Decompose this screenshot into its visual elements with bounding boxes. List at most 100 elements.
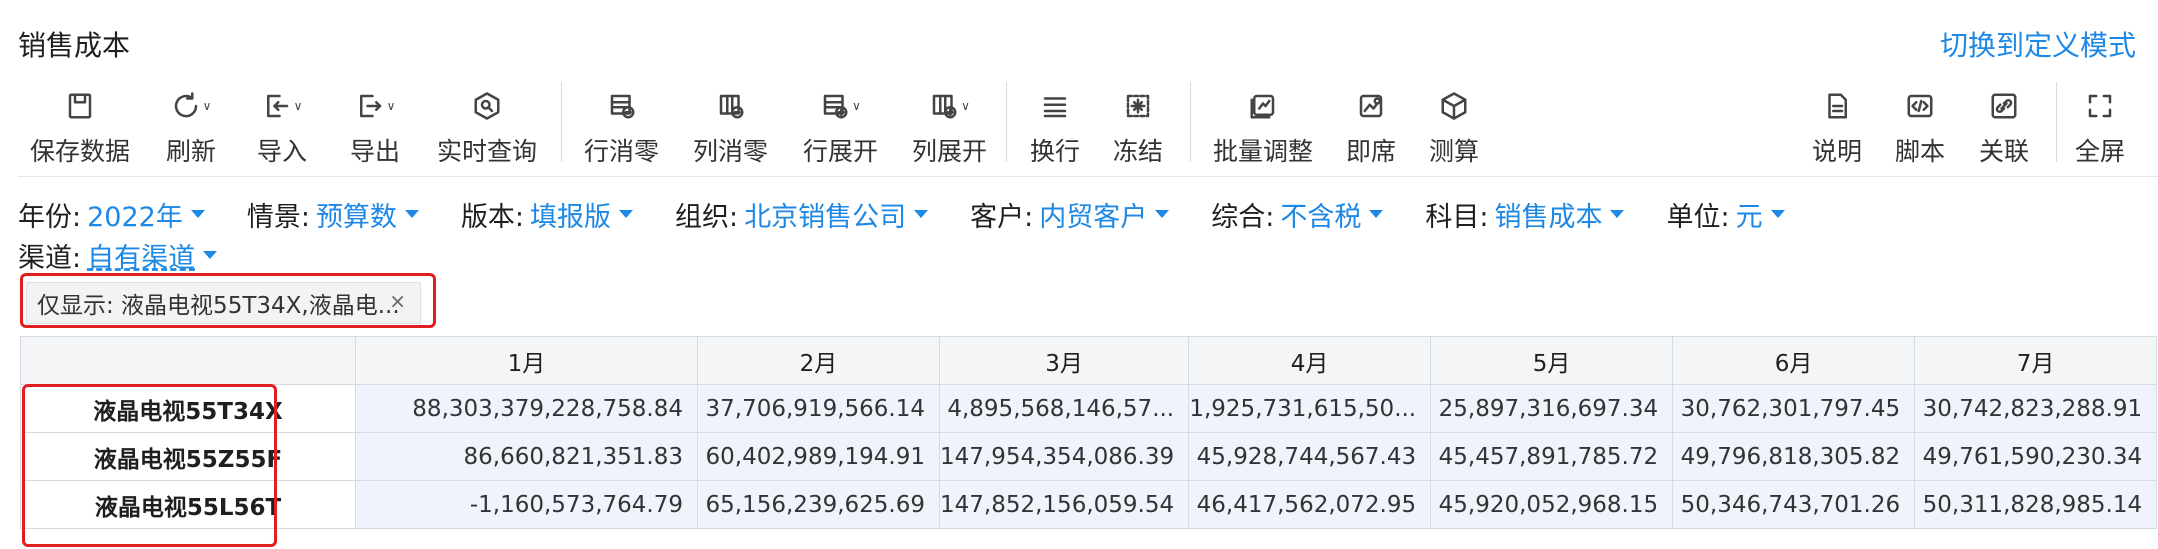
filter-unit[interactable]: 单位: 元 [1666, 195, 1785, 234]
filter-value[interactable]: 自有渠道 [87, 236, 195, 275]
column-header [20, 336, 356, 385]
batch-adjust-button[interactable]: 批量调整 [1213, 86, 1313, 176]
table-cell[interactable]: 45,928,744,567.43 [1188, 432, 1432, 481]
table-cell[interactable]: 65,156,239,625.69 [697, 480, 940, 529]
table-cell[interactable]: 147,954,354,086.39 [938, 432, 1190, 481]
table-cell[interactable]: 86,660,821,351.83 [355, 432, 698, 481]
caret-down-icon [1770, 210, 1785, 218]
refresh-icon [174, 92, 197, 118]
column-header[interactable]: 5月 [1430, 336, 1674, 385]
highlight-box [20, 273, 436, 328]
wrap-label: 换行 [1030, 137, 1081, 166]
caret-down-icon [1369, 210, 1384, 218]
filter-year[interactable]: 年份: 2022年 [18, 195, 205, 234]
caret-down-icon [1155, 210, 1170, 218]
table-cell[interactable]: 49,761,590,230.34 [1914, 432, 2158, 481]
instant-button[interactable]: 即席 [1346, 86, 1396, 176]
filter-label: 年份: [18, 201, 82, 233]
measure-button[interactable]: 测算 [1429, 86, 1479, 176]
divider [2056, 82, 2057, 162]
filter-label: 综合: [1211, 201, 1275, 233]
import-icon [266, 94, 288, 118]
table-cell[interactable]: -1,160,573,764.79 [355, 480, 698, 529]
column-header[interactable]: 2月 [697, 336, 940, 385]
row-zero-button[interactable]: 行消零 [584, 86, 659, 176]
refresh-button[interactable]: ∨ 刷新 [166, 86, 216, 176]
freeze-label: 冻结 [1113, 137, 1164, 166]
col-zero-button[interactable]: 列消零 [693, 86, 768, 176]
export-button[interactable]: ∨ 导出 [350, 86, 400, 176]
table-cell[interactable]: 49,796,818,305.82 [1672, 432, 1916, 481]
script-button[interactable]: 脚本 [1895, 86, 1945, 176]
filter-value[interactable]: 2022年 [87, 195, 183, 234]
filter-channel[interactable]: 渠道: 自有渠道 [18, 236, 218, 275]
row-zero-label: 行消零 [584, 137, 660, 166]
page-title: 销售成本 [18, 29, 131, 62]
save-icon [68, 93, 92, 119]
row-expand-label: 行展开 [803, 137, 879, 166]
column-header[interactable]: 3月 [938, 336, 1190, 385]
filter-value[interactable]: 内贸客户 [1039, 195, 1147, 234]
filter-org[interactable]: 组织: 北京销售公司 [675, 195, 929, 234]
column-header[interactable]: 6月 [1672, 336, 1916, 385]
switch-define-mode-link[interactable]: 切换到定义模式 [1940, 24, 2136, 64]
column-header[interactable]: 4月 [1188, 336, 1432, 385]
fullscreen-button[interactable]: 全屏 [2075, 86, 2125, 176]
filter-value[interactable]: 元 [1736, 195, 1763, 234]
filter-value[interactable]: 北京销售公司 [744, 195, 906, 234]
caret-down-icon [203, 251, 218, 259]
filter-label: 情景: [246, 201, 310, 233]
table-cell[interactable]: 45,457,891,785.72 [1430, 432, 1674, 481]
filter-account[interactable]: 科目: 销售成本 [1425, 195, 1625, 234]
caret-down-icon [1610, 210, 1625, 218]
help-button[interactable]: 说明 [1812, 86, 1862, 176]
column-header[interactable]: 1月 [355, 336, 698, 385]
filter-label: 单位: [1666, 201, 1730, 233]
table-cell[interactable]: 30,742,823,288.91 [1914, 384, 2158, 433]
filter-customer[interactable]: 客户: 内贸客户 [970, 195, 1170, 234]
table-cell[interactable]: 50,346,743,701.26 [1672, 480, 1916, 529]
table-cell[interactable]: 45,920,052,968.15 [1430, 480, 1674, 529]
fullscreen-label: 全屏 [2075, 137, 2126, 166]
freeze-button[interactable]: 冻结 [1113, 86, 1163, 176]
col-zero-label: 列消零 [693, 137, 769, 166]
filter-value[interactable]: 预算数 [316, 195, 397, 234]
filter-label: 渠道: [18, 242, 82, 274]
table-cell[interactable]: 88,303,379,228,758.84 [355, 384, 698, 433]
wrap-button[interactable]: 换行 [1030, 86, 1080, 176]
filter-value[interactable]: 不含税 [1280, 195, 1361, 234]
measure-label: 测算 [1429, 137, 1480, 166]
table-cell[interactable]: 60,402,989,194.91 [697, 432, 940, 481]
table-cell[interactable]: 4,895,568,146,57... [938, 384, 1190, 433]
caret-down-icon [404, 210, 419, 218]
row-expand-button[interactable]: ∨ 行展开 [803, 86, 878, 176]
filter-label: 科目: [1425, 201, 1489, 233]
filter-scenario[interactable]: 情景: 预算数 [247, 195, 419, 234]
save-button[interactable]: 保存数据 [30, 86, 130, 176]
filter-value[interactable]: 销售成本 [1494, 195, 1602, 234]
table-cell[interactable]: 46,417,562,072.95 [1188, 480, 1432, 529]
col-expand-button[interactable]: ∨ 列展开 [912, 86, 987, 176]
link-button[interactable]: 关联 [1979, 86, 2029, 176]
import-button[interactable]: ∨ 导入 [257, 86, 307, 176]
filter-tax[interactable]: 综合: 不含税 [1211, 195, 1384, 234]
filter-bar: 年份: 2022年 情景: 预算数 版本: 填报版 组织: 北京销售公司 客户: 内贸客户… [18, 192, 2138, 274]
code-icon [1907, 94, 1933, 118]
table-cell[interactable]: 147,852,156,059.54 [938, 480, 1190, 529]
filter-version[interactable]: 版本: 填报版 [461, 195, 634, 234]
link-label: 关联 [1979, 137, 2030, 166]
chevron-down-icon: ∨ [852, 99, 861, 113]
filter-value[interactable]: 填报版 [530, 195, 611, 234]
filter-label: 组织: [675, 201, 739, 233]
refresh-label: 刷新 [166, 137, 217, 166]
table-cell[interactable]: 37,706,919,566.14 [697, 384, 940, 433]
table-cell[interactable]: 30,762,301,797.45 [1672, 384, 1916, 433]
freeze-icon [1126, 94, 1150, 118]
table-cell[interactable]: 25,897,316,697.34 [1430, 384, 1674, 433]
table-cell[interactable]: 1,925,731,615,50... [1188, 384, 1432, 433]
table-row: 液晶电视55L56T -1,160,573,764.79 65,156,239,… [20, 480, 2158, 529]
highlight-box [22, 384, 277, 547]
realtime-query-button[interactable]: 实时查询 [437, 86, 537, 176]
column-header[interactable]: 7月 [1914, 336, 2158, 385]
table-cell[interactable]: 50,311,828,985.14 [1914, 480, 2158, 529]
